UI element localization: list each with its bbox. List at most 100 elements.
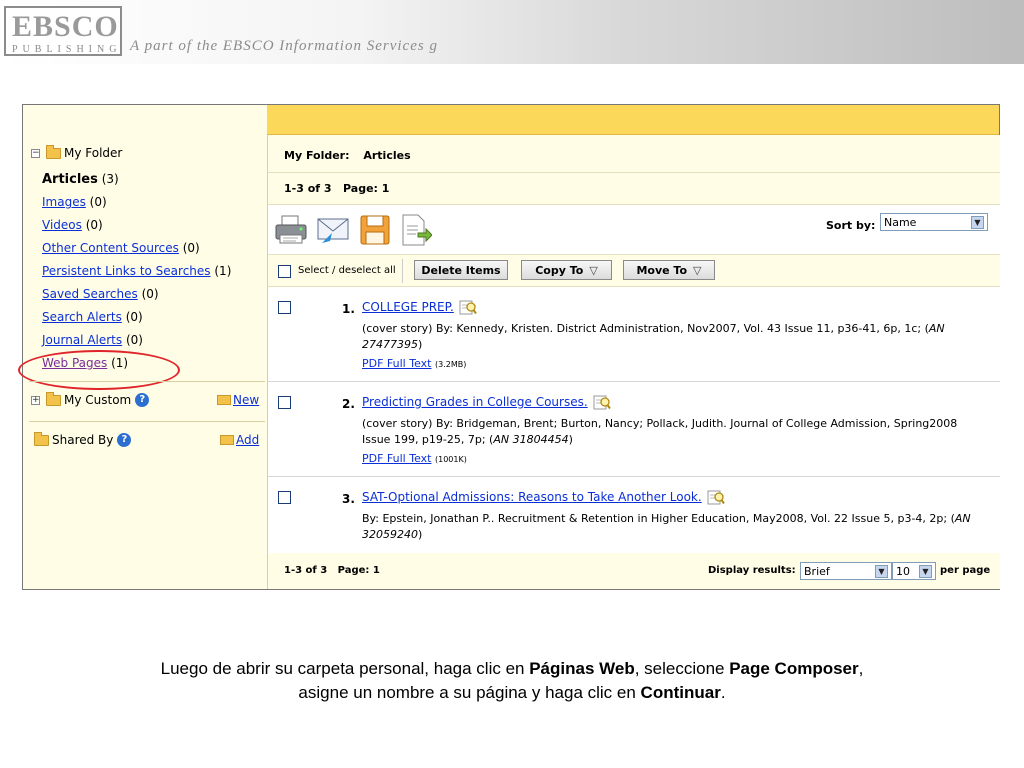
dropdown-icon[interactable]: ▼ — [971, 215, 984, 229]
result-title-link[interactable]: Predicting Grades in College Courses. — [362, 394, 611, 410]
preview-icon[interactable] — [593, 394, 611, 410]
sort-select[interactable]: Name ▼ — [880, 213, 988, 231]
caption-emphasis: Continuar — [640, 683, 721, 702]
sort-by-label: Sort by: — [826, 219, 876, 232]
result-checkbox[interactable] — [278, 396, 291, 409]
folder-toolbar: Sort by: Name ▼ — [268, 205, 1000, 255]
folder-window: Folder List − My Folder Articles (3) Ima… — [18, 104, 1000, 590]
caption-line-2: asigne un nombre a su página y haga clic… — [60, 681, 964, 705]
print-icon[interactable] — [274, 213, 308, 247]
pdf-full-text[interactable]: PDF Full Text (3.2MB) — [362, 357, 466, 370]
result-description: (cover story) By: Kennedy, Kristen. Dist… — [362, 321, 982, 353]
sort-select-value: Name — [884, 215, 917, 229]
sidebar-item-journal-alerts[interactable]: Journal Alerts (0) — [42, 333, 143, 347]
result-checkbox[interactable] — [278, 301, 291, 314]
result-title[interactable]: SAT-Optional Admissions: Reasons to Take… — [362, 490, 702, 504]
highlight-ellipse — [18, 350, 180, 390]
ebsco-banner: EBSCO PUBLISHING A part of the EBSCO Inf… — [0, 0, 1024, 64]
select-all-label: Select / deselect all — [298, 265, 396, 276]
sidebar-item-images[interactable]: Images (0) — [42, 195, 107, 209]
sidebar-item-other-content[interactable]: Other Content Sources (0) — [42, 241, 200, 255]
delete-items-label: Delete Items — [421, 263, 501, 277]
collapse-icon[interactable]: − — [31, 148, 40, 158]
help-icon[interactable]: ? — [135, 393, 150, 407]
sidebar-item-label[interactable]: Videos — [42, 218, 82, 232]
sidebar-item-label[interactable]: Persistent Links to Searches — [42, 264, 211, 278]
shared-by-row[interactable]: Shared By ? — [34, 431, 132, 447]
sidebar-item-label[interactable]: Journal Alerts — [42, 333, 122, 347]
caption-text: , seleccione — [634, 659, 730, 678]
shared-by-label: Shared By — [52, 433, 114, 447]
result-title[interactable]: Predicting Grades in College Courses. — [362, 395, 588, 409]
result-item: 3. SAT-Optional Admissions: Reasons to T… — [268, 477, 1000, 553]
add-shared-link[interactable]: Add — [220, 433, 259, 447]
dropdown-icon[interactable]: ▼ — [875, 564, 888, 578]
expand-icon[interactable]: + — [31, 395, 40, 405]
add-folder-icon — [220, 435, 234, 445]
sidebar-item-count: (0) — [125, 333, 143, 347]
dropdown-icon[interactable]: ▼ — [919, 564, 932, 578]
sidebar-item-count: (0) — [141, 287, 159, 301]
sidebar-item-saved-searches[interactable]: Saved Searches (0) — [42, 287, 159, 301]
result-citation: (cover story) By: Bridgeman, Brent; Burt… — [362, 417, 958, 446]
results-footer: 1-3 of 3 Page: 1 Display results: Brief … — [268, 553, 1000, 589]
sidebar-item-persistent-links[interactable]: Persistent Links to Searches (1) — [42, 264, 231, 278]
sidebar-item-label[interactable]: Other Content Sources — [42, 241, 179, 255]
folder-heading: My Folder: Articles — [268, 135, 1000, 173]
triangle-down-icon: ▽ — [589, 263, 598, 277]
my-folder-row[interactable]: − My Folder — [31, 144, 123, 160]
display-results-label: Display results: — [708, 565, 796, 576]
sidebar-item-search-alerts[interactable]: Search Alerts (0) — [42, 310, 143, 324]
export-icon[interactable] — [398, 213, 432, 247]
display-format-value: Brief — [804, 564, 830, 578]
instruction-caption: Luego de abrir su carpeta personal, haga… — [60, 657, 964, 705]
result-title[interactable]: COLLEGE PREP. — [362, 300, 454, 314]
folder-heading-label: My Folder: — [284, 149, 350, 162]
display-format-select[interactable]: Brief ▼ — [800, 562, 892, 580]
select-all-checkbox[interactable] — [278, 265, 291, 278]
new-folder-link[interactable]: New — [217, 393, 259, 407]
results-panel: My Folder: Articles 1-3 of 3 Page: 1 Sor… — [267, 135, 1000, 589]
my-folder-label: My Folder — [64, 146, 123, 160]
paging-top: 1-3 of 3 Page: 1 — [268, 173, 1000, 205]
new-folder-icon — [217, 395, 231, 405]
result-description: By: Epstein, Jonathan P.. Recruitment & … — [362, 511, 982, 543]
copy-to-label: Copy To — [535, 263, 584, 277]
caption-line-1: Luego de abrir su carpeta personal, haga… — [60, 657, 964, 681]
pdf-full-text-link[interactable]: PDF Full Text — [362, 452, 431, 465]
result-item: 2. Predicting Grades in College Courses.… — [268, 382, 1000, 477]
sidebar-item-label[interactable]: Saved Searches — [42, 287, 138, 301]
move-to-button[interactable]: Move To ▽ — [623, 260, 715, 280]
my-custom-row[interactable]: + My Custom ? — [31, 391, 150, 407]
new-folder-label[interactable]: New — [233, 393, 259, 407]
delete-items-button[interactable]: Delete Items — [414, 260, 508, 280]
copy-to-button[interactable]: Copy To ▽ — [521, 260, 612, 280]
folder-icon — [46, 391, 61, 406]
pdf-full-text[interactable]: PDF Full Text (1001K) — [362, 452, 467, 465]
sidebar-item-label[interactable]: Images — [42, 195, 86, 209]
caption-text: asigne un nombre a su página y haga clic… — [298, 683, 641, 702]
sidebar-item-count: (3) — [101, 172, 119, 186]
accession-number: AN 31804454 — [493, 433, 569, 446]
result-citation-end: ) — [568, 433, 573, 446]
pdf-full-text-link[interactable]: PDF Full Text — [362, 357, 431, 370]
sidebar-item-label[interactable]: Search Alerts — [42, 310, 122, 324]
sidebar-item-count: (0) — [89, 195, 107, 209]
per-page-select[interactable]: 10 ▼ — [892, 562, 936, 580]
help-icon[interactable]: ? — [117, 433, 132, 447]
preview-icon[interactable] — [707, 489, 725, 505]
result-number: 1. — [342, 302, 355, 316]
folder-icon — [34, 431, 49, 446]
email-icon[interactable] — [316, 213, 350, 247]
sidebar-item-articles[interactable]: Articles (3) — [42, 172, 119, 187]
preview-icon[interactable] — [459, 299, 477, 315]
sidebar-item-videos[interactable]: Videos (0) — [42, 218, 103, 232]
result-title-link[interactable]: SAT-Optional Admissions: Reasons to Take… — [362, 489, 725, 505]
save-icon[interactable] — [358, 213, 392, 247]
result-title-link[interactable]: COLLEGE PREP. — [362, 299, 477, 315]
paging-top-text: 1-3 of 3 Page: 1 — [284, 182, 390, 195]
sidebar-item-count: (0) — [85, 218, 103, 232]
add-label[interactable]: Add — [236, 433, 259, 447]
logo-sub-text: PUBLISHING — [12, 44, 122, 55]
result-checkbox[interactable] — [278, 491, 291, 504]
